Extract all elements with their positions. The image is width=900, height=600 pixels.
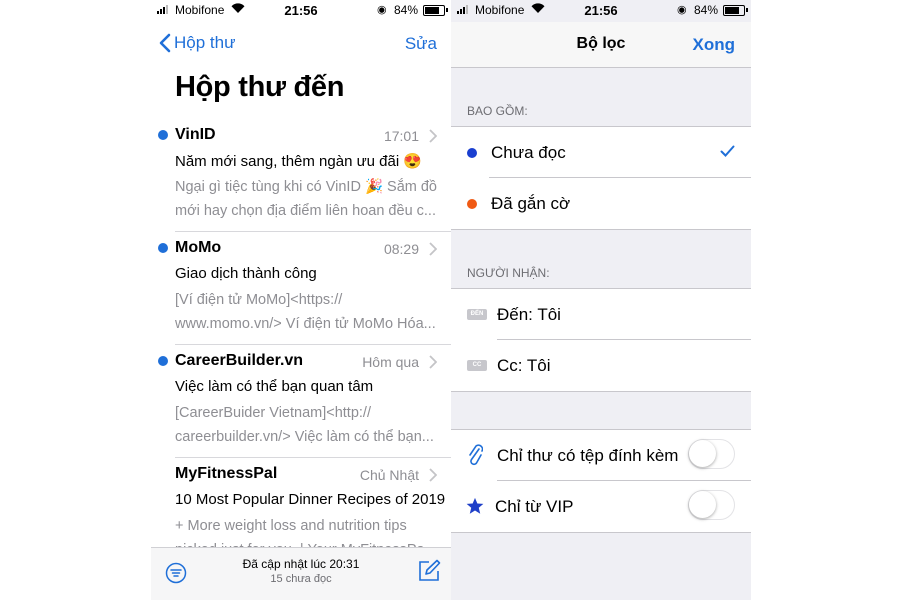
message-preview: [CareerBuider Vietnam]<http:// careerbui… — [175, 405, 434, 445]
inbox-screen: Mobifone 21:56 ◉ 84% Hộp thư Sửa Hộp thư… — [151, 0, 451, 600]
unread-count: 15 chưa đọc — [270, 573, 332, 585]
star-icon — [466, 497, 484, 514]
message-time: Hôm qua — [362, 354, 419, 370]
flag-dot — [467, 199, 477, 209]
to-tag-icon: ĐẾN — [467, 309, 487, 320]
filter-unread-row[interactable]: Chưa đọc — [451, 127, 751, 178]
attachments-toggle[interactable] — [688, 439, 735, 469]
filter-flagged-row[interactable]: Đã gắn cờ — [451, 178, 751, 229]
options-group: Chỉ thư có tệp đính kèm Chỉ từ VIP — [451, 429, 751, 533]
row-label: Chỉ từ VIP — [495, 497, 574, 516]
rotation-lock-icon: ◉ — [677, 4, 687, 16]
message-time: Chủ Nhật — [359, 467, 419, 483]
chevron-right-icon — [429, 242, 437, 256]
row-label: Chỉ thư có tệp đính kèm — [497, 446, 679, 465]
message-preview: [Ví điện tử MoMo]<https:// www.momo.vn/>… — [175, 292, 436, 332]
unread-dot — [158, 130, 168, 140]
filter-cc-me-row[interactable]: CC Cc: Tôi — [451, 340, 751, 391]
nav-bar: Bộ lọc Xong — [451, 22, 751, 68]
cc-tag-icon: CC — [467, 360, 487, 371]
filter-screen: Mobifone 21:56 ◉ 84% Bộ lọc Xong BAO GỒM… — [451, 0, 751, 600]
message-sender: VinID — [175, 126, 216, 143]
row-label: Đã gắn cờ — [491, 194, 571, 213]
checkmark-icon — [720, 145, 735, 157]
rotation-lock-icon: ◉ — [377, 4, 387, 16]
status-bar: Mobifone 21:56 ◉ 84% — [151, 0, 451, 22]
message-subject: Việc làm có thể bạn quan tâm — [175, 378, 374, 395]
include-group: Chưa đọc Đã gắn cờ — [451, 126, 751, 230]
unread-dot — [158, 356, 168, 366]
message-time: 17:01 — [383, 128, 419, 144]
filter-attachments-row: Chỉ thư có tệp đính kèm — [451, 430, 751, 481]
last-updated: Đã cập nhật lúc 20:31 — [242, 557, 360, 571]
message-preview: Ngại gì tiệc tùng khi có VinID 🎉 Sắm đồ … — [175, 179, 437, 219]
chevron-right-icon — [429, 468, 437, 482]
chevron-left-icon — [159, 33, 171, 53]
edit-button[interactable]: Sửa — [405, 34, 437, 54]
unread-dot — [467, 148, 477, 158]
compose-icon[interactable] — [417, 559, 441, 583]
vip-toggle[interactable] — [688, 490, 735, 520]
battery-icon — [423, 5, 448, 16]
row-label: Đến: Tôi — [497, 305, 561, 324]
filter-vip-row: Chỉ từ VIP — [451, 481, 751, 532]
done-button[interactable]: Xong — [693, 35, 736, 55]
message-subject: 10 Most Popular Dinner Recipes of 2019 — [175, 491, 446, 508]
row-label: Chưa đọc — [491, 143, 566, 162]
message-row[interactable]: MoMo 08:29 Giao dịch thành công [Ví điện… — [151, 232, 451, 345]
back-label: Hộp thư — [174, 33, 236, 52]
filter-to-me-row[interactable]: ĐẾN Đến: Tôi — [451, 289, 751, 340]
message-row[interactable]: CareerBuilder.vn Hôm qua Việc làm có thể… — [151, 345, 451, 458]
paperclip-icon — [469, 444, 483, 466]
message-sender: MoMo — [175, 239, 222, 256]
battery-percent: 84% — [394, 3, 419, 17]
bottom-toolbar: Đã cập nhật lúc 20:31 15 chưa đọc — [151, 547, 451, 600]
page-title: Hộp thư đến — [175, 71, 345, 103]
message-time: 08:29 — [383, 241, 419, 257]
status-bar: Mobifone 21:56 ◉ 84% — [451, 0, 751, 22]
message-row[interactable]: VinID 17:01 Năm mới sang, thêm ngàn ưu đ… — [151, 119, 451, 232]
section-header-recipient: NGƯỜI NHẬN: — [467, 266, 550, 280]
unread-dot — [158, 243, 168, 253]
row-label: Cc: Tôi — [497, 356, 551, 375]
section-header-include: BAO GỒM: — [467, 104, 528, 118]
message-sender: CareerBuilder.vn — [175, 352, 304, 369]
battery-icon — [723, 5, 748, 16]
chevron-right-icon — [429, 129, 437, 143]
message-sender: MyFitnessPal — [175, 465, 278, 482]
message-subject: Giao dịch thành công — [175, 265, 317, 282]
battery-percent: 84% — [694, 3, 719, 17]
chevron-right-icon — [429, 355, 437, 369]
recipient-group: ĐẾN Đến: Tôi CC Cc: Tôi — [451, 288, 751, 392]
back-button[interactable]: Hộp thư — [159, 33, 235, 53]
message-subject: Năm mới sang, thêm ngàn ưu đãi 😍 — [175, 153, 422, 170]
